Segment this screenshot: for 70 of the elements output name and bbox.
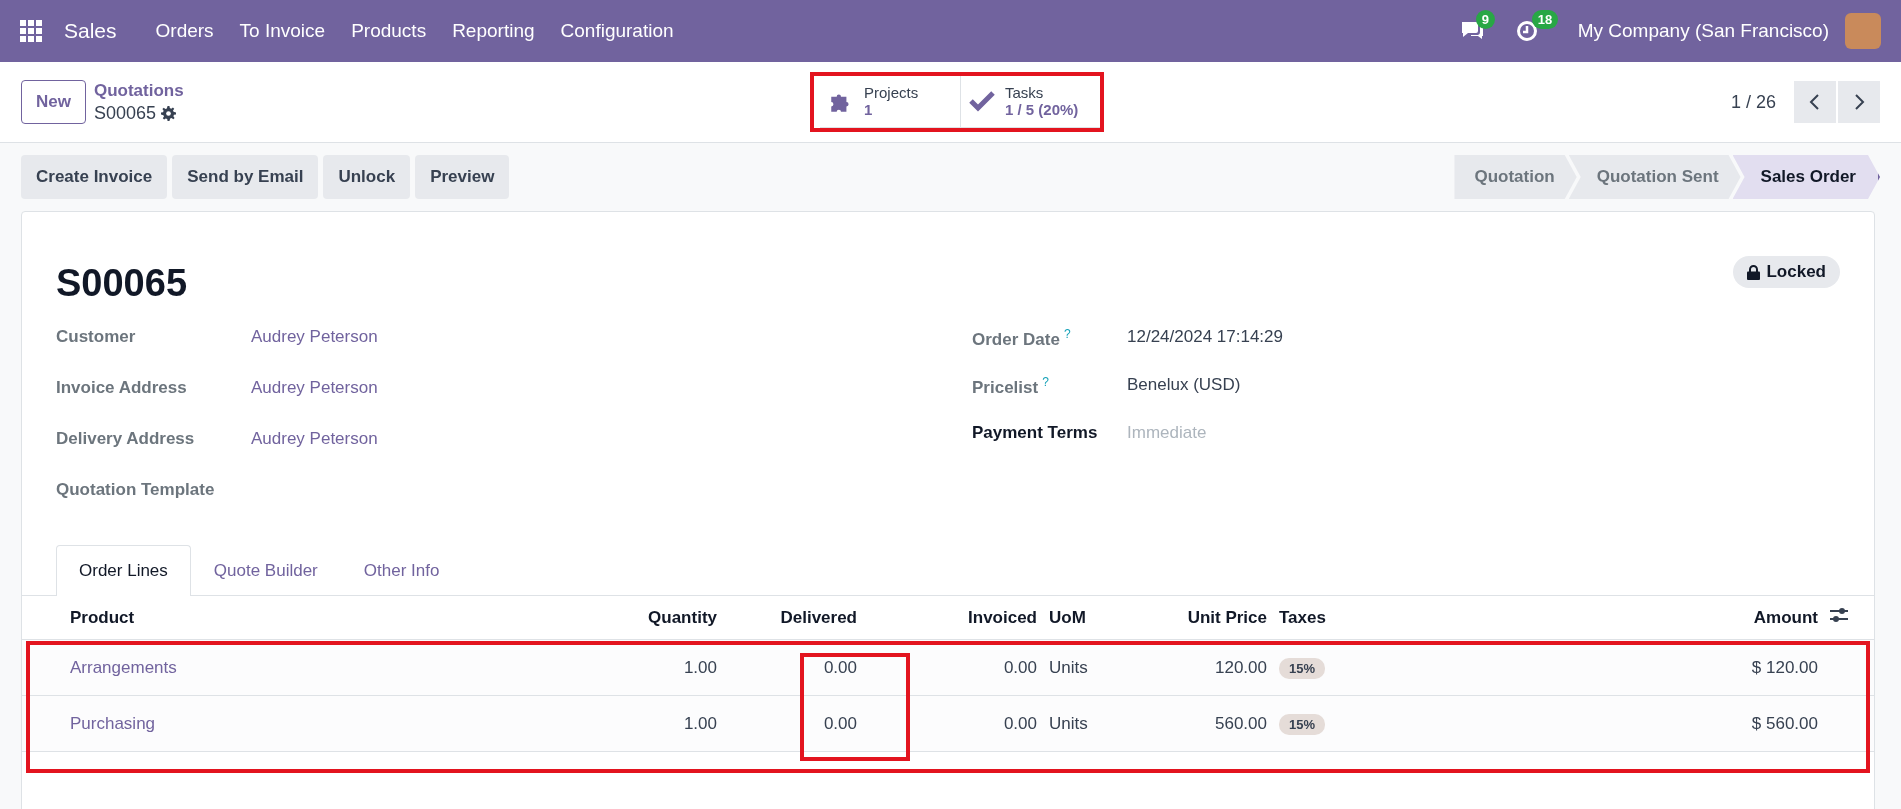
action-button[interactable]: Send by Email xyxy=(172,155,319,199)
field-value[interactable]: Benelux (USD) xyxy=(1127,375,1840,395)
action-button[interactable]: Unlock xyxy=(323,155,411,199)
column-header[interactable]: Amount xyxy=(1684,596,1824,640)
table-cell: 560.00 xyxy=(1153,695,1273,752)
action-button[interactable]: Create Invoice xyxy=(21,155,168,199)
menu-item[interactable]: Configuration xyxy=(547,20,687,42)
gear-icon[interactable] xyxy=(161,105,177,121)
column-header[interactable]: Taxes xyxy=(1273,596,1684,640)
table-cell: 1.00 xyxy=(595,639,723,696)
tab[interactable]: Other Info xyxy=(340,545,463,596)
action-button[interactable]: Preview xyxy=(415,155,510,199)
field-value[interactable]: 12/24/2024 17:14:29 xyxy=(1127,327,1840,347)
tax-tag: 15% xyxy=(1279,657,1326,679)
menu-item[interactable]: Products xyxy=(338,20,440,42)
status-stage[interactable]: Quotation xyxy=(1454,155,1577,199)
column-header[interactable]: Quantity xyxy=(595,596,723,640)
tab[interactable]: Order Lines xyxy=(56,545,191,596)
breadcrumb-link[interactable]: Quotations xyxy=(93,80,184,101)
column-header[interactable]: Delivered xyxy=(723,596,863,640)
field-value[interactable]: Audrey Peterson xyxy=(251,429,972,449)
column-header[interactable]: UoM xyxy=(1043,596,1153,640)
chevron-right-icon xyxy=(1852,93,1866,111)
field-label: Quotation Template xyxy=(56,480,216,500)
column-header[interactable]: Unit Price xyxy=(1153,596,1273,640)
column-settings-icon[interactable] xyxy=(1830,607,1848,623)
table-cell: 0.00 xyxy=(723,695,863,752)
previous-button[interactable] xyxy=(1794,81,1836,123)
activity-count: 18 xyxy=(1531,10,1559,29)
status-stage[interactable]: Quotation Sent xyxy=(1568,155,1741,199)
table-cell: 0.00 xyxy=(863,639,1043,696)
checkmark-icon xyxy=(969,90,995,112)
record-title: S00065 xyxy=(56,261,187,305)
tab[interactable]: Quote Builder xyxy=(190,545,341,596)
menu-item[interactable]: Orders xyxy=(142,20,227,42)
record-name: S00065 xyxy=(93,102,157,124)
field-label: Invoice Address xyxy=(56,378,188,398)
table-cell: $ 560.00 xyxy=(1684,695,1824,752)
menu-item[interactable]: To Invoice xyxy=(226,20,339,42)
table-cell: 120.00 xyxy=(1153,639,1273,696)
product-link[interactable]: Arrangements xyxy=(64,639,595,696)
company-switcher[interactable]: My Company (San Francisco) xyxy=(1577,20,1829,42)
field-label: Order Date $^{?}$ xyxy=(972,327,1072,350)
status-stage[interactable]: Sales Order xyxy=(1732,155,1880,199)
table-cell: Units xyxy=(1043,695,1153,752)
table-cell: 0.00 xyxy=(863,695,1043,752)
field-value[interactable]: Audrey Peterson xyxy=(251,378,972,398)
table-cell: $ 120.00 xyxy=(1684,639,1824,696)
menu-item[interactable]: Reporting xyxy=(439,20,548,42)
locked-badge: Locked xyxy=(1733,256,1840,288)
message-count: 9 xyxy=(1475,10,1495,29)
table-cell: Units xyxy=(1043,639,1153,696)
column-header[interactable]: Invoiced xyxy=(863,596,1043,640)
next-button[interactable] xyxy=(1838,81,1880,123)
field-label: Delivery Address xyxy=(56,429,196,449)
app-name[interactable]: Sales xyxy=(64,19,117,43)
column-header[interactable]: Product xyxy=(64,596,595,640)
product-link[interactable]: Purchasing xyxy=(64,695,595,752)
app-grid-icon[interactable] xyxy=(20,20,42,42)
table-cell: 1.00 xyxy=(595,695,723,752)
clock-icon[interactable] xyxy=(1515,20,1538,42)
chevron-left-icon xyxy=(1808,93,1822,111)
table-cell: 0.00 xyxy=(723,639,863,696)
field-label: Pricelist $^{?}$ xyxy=(972,375,1050,398)
field-label: Customer xyxy=(56,327,137,347)
tax-tag: 15% xyxy=(1279,713,1326,735)
field-value[interactable]: Audrey Peterson xyxy=(251,327,972,347)
pager-value: 1 / 26 xyxy=(1730,91,1776,113)
new-button[interactable]: New xyxy=(21,80,86,124)
field-label: Payment Terms xyxy=(972,423,1099,443)
